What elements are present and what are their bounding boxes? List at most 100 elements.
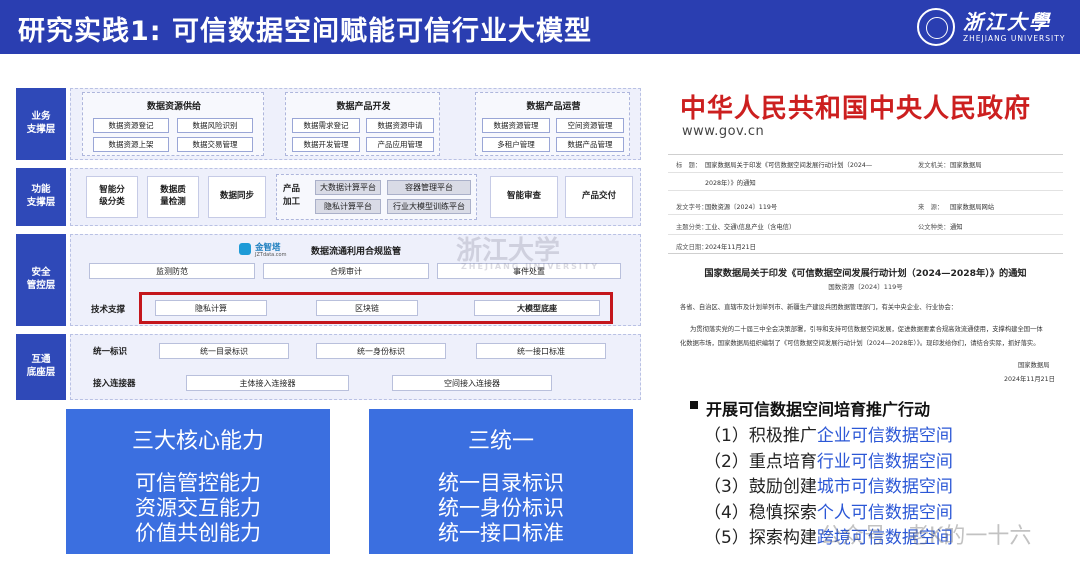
action-prefix: （1）积极推广 — [704, 426, 817, 446]
func-box: 数据质 量检测 — [147, 176, 199, 218]
group-title: 数据产品开发 — [336, 102, 391, 112]
action-item: （3）鼓励创建城市可信数据空间 — [704, 472, 953, 497]
doc-meta-table: 标 题： 国家数据局关于印发《可信数据空间发展行动计划（2024— 发文机关： … — [668, 154, 1063, 254]
layer-panel-interop: 统一标识 统一目录标识 统一身份标识 统一接口标准 接入连接器 主体接入连接器 … — [70, 334, 641, 400]
layer-label-security: 安全 管控层 — [16, 234, 66, 326]
slide-title: 研究实践1: 可信数据空间赋能可信行业大模型 — [18, 16, 592, 47]
logo-english: ZHEJIANG UNIVERSITY — [963, 34, 1066, 43]
doc-number: 国数资源〔2024〕119号 — [828, 283, 903, 291]
action-prefix: （2）重点培育 — [704, 452, 817, 472]
jzt-brand-sub: JZTdata.com — [255, 252, 287, 258]
product-processing-label: 产品 加工 — [283, 184, 301, 207]
group-product-ops: 数据产品运营 数据资源管理 空间资源管理 多租户管理 数据产品管理 — [475, 92, 630, 156]
tech-highlight-frame — [139, 292, 613, 324]
security-chip: 合规审计 — [263, 263, 429, 279]
action-prefix: （5）探索构建 — [704, 528, 817, 548]
platform-chip: 行业大模型训练平台 — [387, 199, 471, 214]
meta-row: 成文日期： 2024年11月21日 — [668, 237, 1063, 255]
bottom-watermark: 公众号 · 老K的一十六 — [820, 524, 1032, 549]
interop-chip: 统一接口标准 — [476, 343, 606, 359]
platform-chip: 大数据计算平台 — [315, 180, 381, 195]
layer-panel-function: 智能分 级分类 数据质 量检测 数据同步 产品 加工 大数据计算平台 容器管理平台 隐… — [70, 168, 641, 226]
three-unified-lines: 统一目录标识 统一身份标识 统一接口标准 — [369, 471, 633, 546]
meta-key: 发文机关： — [918, 162, 950, 169]
func-box: 产品交付 — [565, 176, 633, 218]
doc-greeting: 各省、自治区、直辖市及计划单列市、新疆生产建设兵团数据管理部门，有关中央企业、行… — [680, 304, 958, 311]
architecture-diagram: 业务 支撑层 数据资源供给 数据资源登记 数据风险识别 数据资源上架 数据交易管理… — [16, 88, 641, 400]
meta-value: 国家数据局 — [950, 162, 982, 169]
layer-panel-business: 数据资源供给 数据资源登记 数据风险识别 数据资源上架 数据交易管理 数据产品开… — [70, 88, 641, 160]
university-logo: 浙江大學 ZHEJIANG UNIVERSITY — [917, 6, 1066, 48]
biz-chip: 数据风险识别 — [177, 118, 253, 133]
meta-value: 国家数据局网站 — [950, 204, 995, 211]
unified-line: 统一目录标识 — [438, 471, 564, 495]
layer-label-function: 功能 支撑层 — [16, 168, 66, 226]
meta-value: 国数资源〔2024〕119号 — [705, 204, 778, 211]
doc-body-line: 化数据市场，国家数据局组织编制了《可信数据空间发展行动计划（2024—2028年… — [680, 340, 1040, 347]
group-product-dev: 数据产品开发 数据需求登记 数据资源申请 数据开发管理 产品应用管理 — [285, 92, 440, 156]
unified-line: 统一身份标识 — [438, 496, 564, 520]
capability-line: 可信管控能力 — [135, 471, 261, 495]
biz-chip: 数据资源上架 — [93, 137, 169, 152]
meta-row: 2028年）》的通知 — [668, 173, 1063, 191]
doc-signer: 国家数据局 — [1018, 362, 1050, 369]
action-prefix: （4）稳慎探索 — [704, 503, 817, 523]
meta-row: 主题分类： 工业、交通\信息产业（含电信） 公文种类： 通知 — [668, 217, 1063, 235]
interop-chip: 主体接入连接器 — [186, 375, 349, 391]
university-seal-icon — [917, 8, 955, 46]
action-item: （1）积极推广企业可信数据空间 — [704, 421, 953, 446]
meta-value: 国家数据局关于印发《可信数据空间发展行动计划（2024— — [705, 162, 873, 169]
capability-line: 价值共创能力 — [135, 521, 261, 545]
meta-key: 发文字号： — [676, 204, 708, 211]
biz-chip: 数据资源登记 — [93, 118, 169, 133]
biz-chip: 空间资源管理 — [556, 118, 624, 133]
layer-label-interop: 互通 底座层 — [16, 334, 66, 400]
biz-chip: 数据需求登记 — [292, 118, 360, 133]
square-bullet-icon — [690, 401, 698, 409]
meta-row: 发文字号： 国数资源〔2024〕119号 来 源： 国家数据局网站 — [668, 197, 1063, 215]
meta-value: 2028年）》的通知 — [705, 180, 756, 187]
platform-chip: 隐私计算平台 — [315, 199, 381, 214]
core-capabilities-title: 三大核心能力 — [131, 429, 264, 454]
gov-document: 中华人民共和国中央人民政府 www.gov.cn 标 题： 国家数据局关于印发《… — [668, 80, 1063, 392]
interop-chip: 统一身份标识 — [316, 343, 446, 359]
action-highlight: 行业可信数据空间 — [816, 452, 953, 472]
action-item: （2）重点培育行业可信数据空间 — [704, 447, 953, 472]
action-highlight: 企业可信数据空间 — [816, 426, 953, 446]
jzt-logo-icon — [239, 243, 251, 255]
func-box: 智能分 级分类 — [86, 176, 138, 218]
meta-row: 标 题： 国家数据局关于印发《可信数据空间发展行动计划（2024— 发文机关： … — [668, 155, 1063, 173]
biz-chip: 数据开发管理 — [292, 137, 360, 152]
unified-line: 统一接口标准 — [438, 521, 564, 545]
biz-chip: 数据资源申请 — [366, 118, 434, 133]
action-prefix: （3）鼓励创建 — [704, 477, 817, 497]
meta-value: 2024年11月21日 — [705, 244, 756, 251]
meta-key: 成文日期： — [676, 244, 708, 251]
product-processing-group: 产品 加工 大数据计算平台 容器管理平台 隐私计算平台 行业大模型训练平台 — [276, 174, 477, 220]
group-title: 数据资源供给 — [146, 102, 201, 112]
doc-date: 2024年11月21日 — [1004, 376, 1055, 383]
biz-chip: 多租户管理 — [482, 137, 550, 152]
gov-site-url[interactable]: www.gov.cn — [682, 124, 764, 139]
biz-chip: 产品应用管理 — [366, 137, 434, 152]
meta-key: 公文种类： — [918, 224, 950, 231]
func-box: 数据同步 — [208, 176, 266, 218]
meta-key: 来 源： — [918, 204, 944, 211]
action-heading: 开展可信数据空间培育推广行动 — [706, 400, 931, 419]
meta-key: 主题分类： — [676, 224, 708, 231]
tech-support-label: 技术支撑 — [91, 305, 126, 315]
biz-chip: 数据交易管理 — [177, 137, 253, 152]
doc-heading: 国家数据局关于印发《可信数据空间发展行动计划（2024—2028年）》的通知 — [704, 268, 1027, 279]
interop-row1-label: 统一标识 — [93, 347, 128, 357]
layer-label-business: 业务 支撑层 — [16, 88, 66, 160]
meta-value: 工业、交通\信息产业（含电信） — [705, 224, 796, 231]
security-title: 数据流通利用合规监管 — [311, 247, 402, 257]
interop-row2-label: 接入连接器 — [93, 379, 136, 389]
three-unified-title: 三统一 — [467, 429, 534, 454]
func-box: 智能审查 — [490, 176, 558, 218]
doc-body-line: 为贯彻落实党的二十届三中全会决策部署，引导和支持可信数据空间发展，促进数据要素合… — [690, 326, 1043, 333]
header-bar: 研究实践1: 可信数据空间赋能可信行业大模型 浙江大學 ZHEJIANG UNI… — [0, 0, 1080, 54]
three-unified-box: 三统一 统一目录标识 统一身份标识 统一接口标准 — [369, 409, 633, 554]
interop-chip: 空间接入连接器 — [392, 375, 552, 391]
security-chip: 监测防范 — [89, 263, 255, 279]
